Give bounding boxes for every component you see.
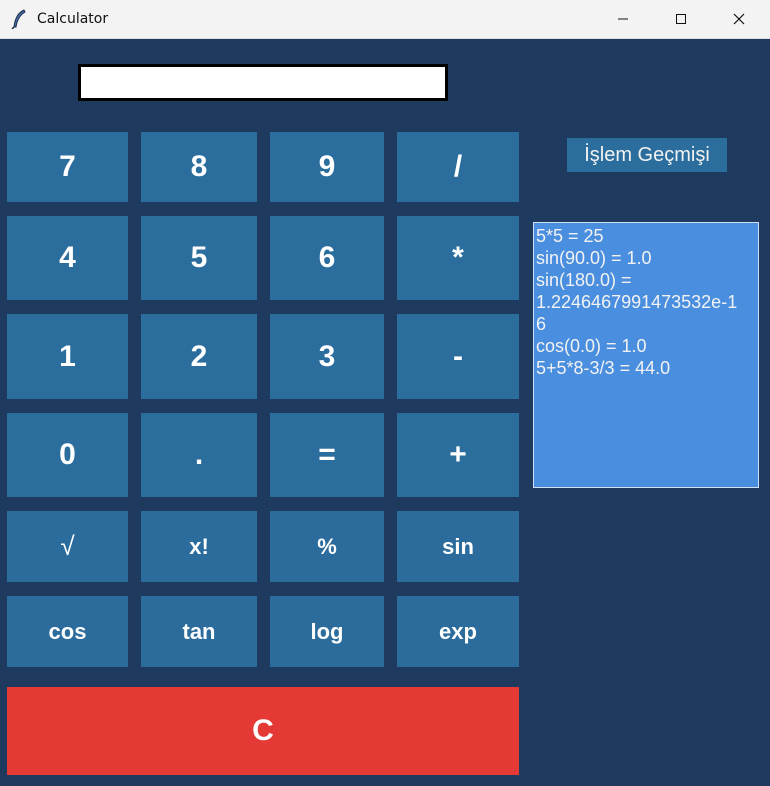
minimize-icon <box>617 10 629 29</box>
feather-icon <box>10 9 28 30</box>
key-9[interactable]: 9 <box>270 132 384 202</box>
clear-button[interactable]: C <box>7 687 519 775</box>
key-sqrt[interactable]: √ <box>7 511 128 582</box>
key-equals[interactable]: = <box>270 413 384 497</box>
history-item[interactable]: 6 <box>536 313 757 335</box>
history-item[interactable]: sin(180.0) = <box>536 269 757 291</box>
key-8[interactable]: 8 <box>141 132 257 202</box>
maximize-button[interactable] <box>652 0 710 38</box>
history-item[interactable]: 1.2246467991473532e-1 <box>536 291 757 313</box>
key-5[interactable]: 5 <box>141 216 257 300</box>
key-add[interactable]: + <box>397 413 519 497</box>
key-0[interactable]: 0 <box>7 413 128 497</box>
key-1[interactable]: 1 <box>7 314 128 399</box>
minimize-button[interactable] <box>594 0 652 38</box>
history-item[interactable]: 5*5 = 25 <box>536 225 757 247</box>
key-4[interactable]: 4 <box>7 216 128 300</box>
title-bar: Calculator <box>0 0 770 39</box>
key-multiply[interactable]: * <box>397 216 519 300</box>
key-7[interactable]: 7 <box>7 132 128 202</box>
key-6[interactable]: 6 <box>270 216 384 300</box>
calculator-window: Calculator 7 8 9 / 4 5 6 * 1 2 3 - 0 . =… <box>0 0 770 786</box>
key-divide[interactable]: / <box>397 132 519 202</box>
key-tan[interactable]: tan <box>141 596 257 667</box>
history-listbox[interactable]: 5*5 = 25 sin(90.0) = 1.0 sin(180.0) = 1.… <box>533 222 759 488</box>
history-title: İşlem Geçmişi <box>567 138 727 172</box>
key-3[interactable]: 3 <box>270 314 384 399</box>
key-factorial[interactable]: x! <box>141 511 257 582</box>
key-percent[interactable]: % <box>270 511 384 582</box>
display-entry[interactable] <box>78 64 448 101</box>
maximize-icon <box>675 10 687 29</box>
key-cos[interactable]: cos <box>7 596 128 667</box>
history-item[interactable]: 5+5*8-3/3 = 44.0 <box>536 357 757 379</box>
key-2[interactable]: 2 <box>141 314 257 399</box>
close-button[interactable] <box>710 0 768 38</box>
window-title: Calculator <box>37 11 109 27</box>
history-item[interactable]: sin(90.0) = 1.0 <box>536 247 757 269</box>
close-icon <box>733 10 745 29</box>
history-item[interactable]: cos(0.0) = 1.0 <box>536 335 757 357</box>
key-log[interactable]: log <box>270 596 384 667</box>
key-exp[interactable]: exp <box>397 596 519 667</box>
key-subtract[interactable]: - <box>397 314 519 399</box>
key-decimal[interactable]: . <box>141 413 257 497</box>
key-sin[interactable]: sin <box>397 511 519 582</box>
